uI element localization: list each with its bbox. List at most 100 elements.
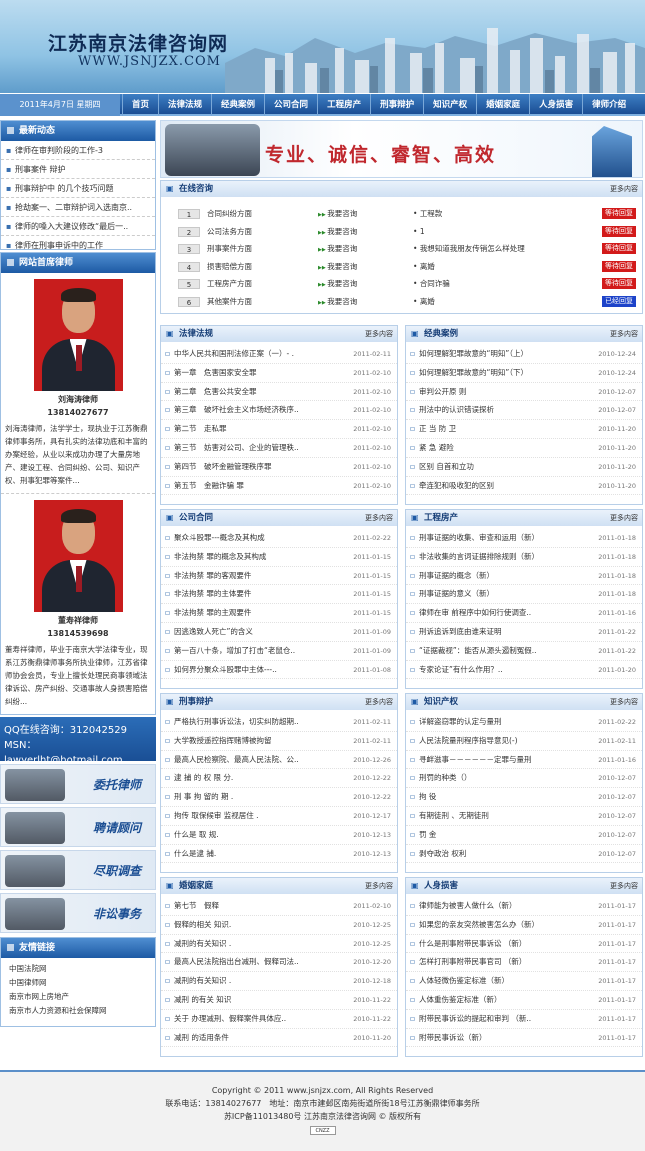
- article-title[interactable]: 减刑 的有关 知识: [174, 995, 231, 1004]
- cnzz-badge[interactable]: CNZZ: [309, 1126, 336, 1135]
- article-title[interactable]: 人民法院量刑程序指导意见(-): [419, 736, 518, 745]
- article-title[interactable]: 刑 事 拘 留的 期 .: [174, 792, 233, 801]
- lawyer-photo[interactable]: [33, 500, 123, 612]
- article-title[interactable]: 律师能为被害人做什么（新）: [419, 901, 517, 910]
- article-title[interactable]: 中华人民共和国刑法修正案（一）- .: [174, 349, 294, 358]
- article-row[interactable]: 因逃逸致人死亡”的含义 2011-01-09: [161, 622, 397, 642]
- article-row[interactable]: 如何理解犯罪故意的“明知”（上） 2010-12-24: [406, 345, 642, 364]
- status-badge[interactable]: 已经回复: [602, 295, 636, 307]
- article-row[interactable]: 第二节 走私罪 2011-02-10: [161, 420, 397, 439]
- question-link[interactable]: 离婚: [413, 258, 435, 276]
- article-title[interactable]: 附带民事诉讼（新）: [419, 1033, 487, 1042]
- article-row[interactable]: 寻衅滋事－－－－－－定罪与量刑 2011-01-16: [406, 750, 642, 770]
- news-item[interactable]: 刑事案件 辩护: [1, 160, 155, 179]
- nav-item[interactable]: 刑事辩护: [370, 94, 423, 116]
- article-title[interactable]: 严格执行刑事诉讼法，切实纠防超期..: [174, 717, 299, 726]
- article-row[interactable]: 第四节 破坏金融管理秩序罪 2011-02-10: [161, 457, 397, 477]
- article-title[interactable]: 假释的相关 知识.: [174, 920, 231, 929]
- article-title[interactable]: “证据裁视”：能否从源头遏制冤假..: [419, 646, 537, 655]
- article-row[interactable]: 如何理解犯罪故意的“明知”（下） 2010-12-24: [406, 363, 642, 383]
- article-title[interactable]: 减刑的有关知识 .: [174, 939, 231, 948]
- article-row[interactable]: 刑诉追诉到底由谁来证明 2011-01-22: [406, 622, 642, 642]
- friend-link[interactable]: 中国律师网: [1, 976, 155, 990]
- news-item[interactable]: 抢劫案一、二审辩护词入选南京..: [1, 198, 155, 217]
- news-item[interactable]: 律师在审判阶段的工作-3: [1, 141, 155, 160]
- article-title[interactable]: 专家论证”有什么作用？..: [419, 665, 503, 674]
- article-row[interactable]: 正 当 防 卫 2010-11-20: [406, 420, 642, 439]
- article-row[interactable]: 非法拘禁 罪的客观要件 2011-01-15: [161, 566, 397, 586]
- article-title[interactable]: 牵连犯和吸收犯的区别: [419, 481, 494, 490]
- article-title[interactable]: 人体重伤鉴定标准（新）: [419, 995, 502, 1004]
- article-row[interactable]: 第三章 破坏社会主义市场经济秩序.. 2011-02-10: [161, 401, 397, 421]
- article-title[interactable]: 减刑的有关知识 .: [174, 976, 231, 985]
- article-row[interactable]: 非法拘禁 罪的主观要件 2011-01-15: [161, 604, 397, 623]
- status-badge[interactable]: 等待回复: [602, 243, 636, 254]
- section-title[interactable]: 知识产权: [424, 697, 458, 707]
- article-row[interactable]: 聚众斗殴罪---概念及其构成 2011-02-22: [161, 529, 397, 548]
- article-row[interactable]: 最高人民检察院、最高人民法院、公.. 2010-12-26: [161, 750, 397, 770]
- section-title[interactable]: 工程房产: [424, 513, 458, 523]
- article-title[interactable]: 刑诉追诉到底由谁来证明: [419, 627, 502, 636]
- article-row[interactable]: 如何界分聚众斗殴罪中主体---.. 2011-01-08: [161, 660, 397, 680]
- section-title[interactable]: 法律法规: [179, 329, 213, 339]
- nav-item[interactable]: 律师介绍: [582, 94, 635, 116]
- article-row[interactable]: 中华人民共和国刑法修正案（一）- . 2011-02-11: [161, 345, 397, 364]
- article-title[interactable]: 刑事证据的收集、审查和运用（新）: [419, 533, 539, 542]
- service-banner[interactable]: 聘请顾问: [0, 807, 156, 847]
- nav-item[interactable]: 工程房产: [317, 94, 370, 116]
- status-badge[interactable]: 等待回复: [602, 260, 636, 272]
- article-title[interactable]: 最高人民法院指出台减刑、假释司法..: [174, 957, 299, 966]
- article-title[interactable]: 什么是 取 规.: [174, 830, 219, 839]
- article-title[interactable]: 怎样打刑事附带民事官司 （新）: [419, 957, 526, 966]
- article-row[interactable]: 专家论证”有什么作用？.. 2011-01-20: [406, 660, 642, 680]
- article-row[interactable]: 拘传 取保候审 监视居住 . 2010-12-17: [161, 806, 397, 826]
- service-banner[interactable]: 非讼事务: [0, 893, 156, 933]
- article-row[interactable]: 减刑的有关知识 . 2010-12-25: [161, 934, 397, 954]
- article-title[interactable]: 减刑 的适用条件: [174, 1033, 229, 1042]
- section-more-link[interactable]: 更多内容: [610, 694, 638, 710]
- article-title[interactable]: 逮 捕 的 权 限 分.: [174, 773, 233, 782]
- consult-category[interactable]: 其他案件方面: [207, 293, 252, 311]
- article-title[interactable]: 拘传 取保候审 监视居住 .: [174, 811, 259, 820]
- lawyer-name[interactable]: 刘海涛律师: [5, 394, 151, 405]
- consult-category[interactable]: 公司法务方面: [207, 223, 252, 241]
- article-row[interactable]: 什么是 取 规. 2010-12-13: [161, 825, 397, 845]
- article-row[interactable]: 减刑 的有关 知识 2010-11-22: [161, 990, 397, 1010]
- status-badge[interactable]: 等待回复: [602, 278, 636, 289]
- article-row[interactable]: 罚 金 2010-12-07: [406, 825, 642, 845]
- article-row[interactable]: 有期徒刑 、无期徒刑 2010-12-07: [406, 806, 642, 826]
- article-title[interactable]: 如何理解犯罪故意的“明知”（下）: [419, 368, 528, 377]
- article-row[interactable]: 刑事证据的收集、审查和运用（新） 2011-01-18: [406, 529, 642, 548]
- article-row[interactable]: 审判公开原 则 2010-12-07: [406, 382, 642, 402]
- article-row[interactable]: 刑罚的种类（） 2010-12-07: [406, 769, 642, 789]
- ask-link[interactable]: 我要咨询: [318, 293, 357, 313]
- article-title[interactable]: 什么是逮 捕.: [174, 849, 216, 858]
- lawyer-photo[interactable]: [33, 279, 123, 391]
- article-row[interactable]: 刑事证据的概念（新） 2011-01-18: [406, 566, 642, 586]
- article-title[interactable]: 第三节 妨害对公司、企业的管理秩..: [174, 443, 299, 452]
- article-row[interactable]: 律师在审 前程序中如何行使调查.. 2011-01-16: [406, 604, 642, 623]
- article-title[interactable]: 因逃逸致人死亡”的含义: [174, 627, 253, 636]
- site-logo-text[interactable]: 江苏南京法律咨询网: [48, 29, 228, 56]
- section-more-link[interactable]: 更多内容: [365, 326, 393, 342]
- friend-link[interactable]: 中国法院网: [1, 962, 155, 976]
- footer-icp[interactable]: 苏ICP备11013480号 江苏南京法律咨询网 © 版权所有: [0, 1110, 645, 1123]
- article-row[interactable]: 附带民事诉讼（新） 2011-01-17: [406, 1028, 642, 1048]
- article-title[interactable]: 如何理解犯罪故意的“明知”（上）: [419, 349, 528, 358]
- article-row[interactable]: 第一章 危害国家安全罪 2011-02-10: [161, 363, 397, 383]
- article-row[interactable]: 什么是刑事附带民事诉讼 （新） 2011-01-17: [406, 934, 642, 954]
- article-title[interactable]: 寻衅滋事－－－－－－定罪与量刑: [419, 755, 532, 764]
- article-title[interactable]: 第七节 假释: [174, 901, 219, 910]
- news-item[interactable]: 律师在刑事申诉中的工作: [1, 236, 155, 249]
- question-link[interactable]: 工程款: [413, 205, 443, 223]
- section-more-link[interactable]: 更多内容: [365, 510, 393, 526]
- question-link[interactable]: 合同诈骗: [413, 275, 450, 293]
- article-row[interactable]: 减刑 的适用条件 2010-11-20: [161, 1028, 397, 1048]
- article-title[interactable]: 紧 急 避险: [419, 443, 454, 452]
- nav-item[interactable]: 知识产权: [423, 94, 476, 116]
- article-title[interactable]: 第一百八十条，增加了打击“老鼠仓..: [174, 646, 295, 655]
- article-row[interactable]: 刑 事 拘 留的 期 . 2010-12-22: [161, 788, 397, 807]
- article-row[interactable]: 第一百八十条，增加了打击“老鼠仓.. 2011-01-09: [161, 641, 397, 661]
- article-title[interactable]: 附带民事诉讼的提起和审判 （新..: [419, 1014, 531, 1023]
- article-title[interactable]: 详解盗窃罪的认定与量刑: [419, 717, 502, 726]
